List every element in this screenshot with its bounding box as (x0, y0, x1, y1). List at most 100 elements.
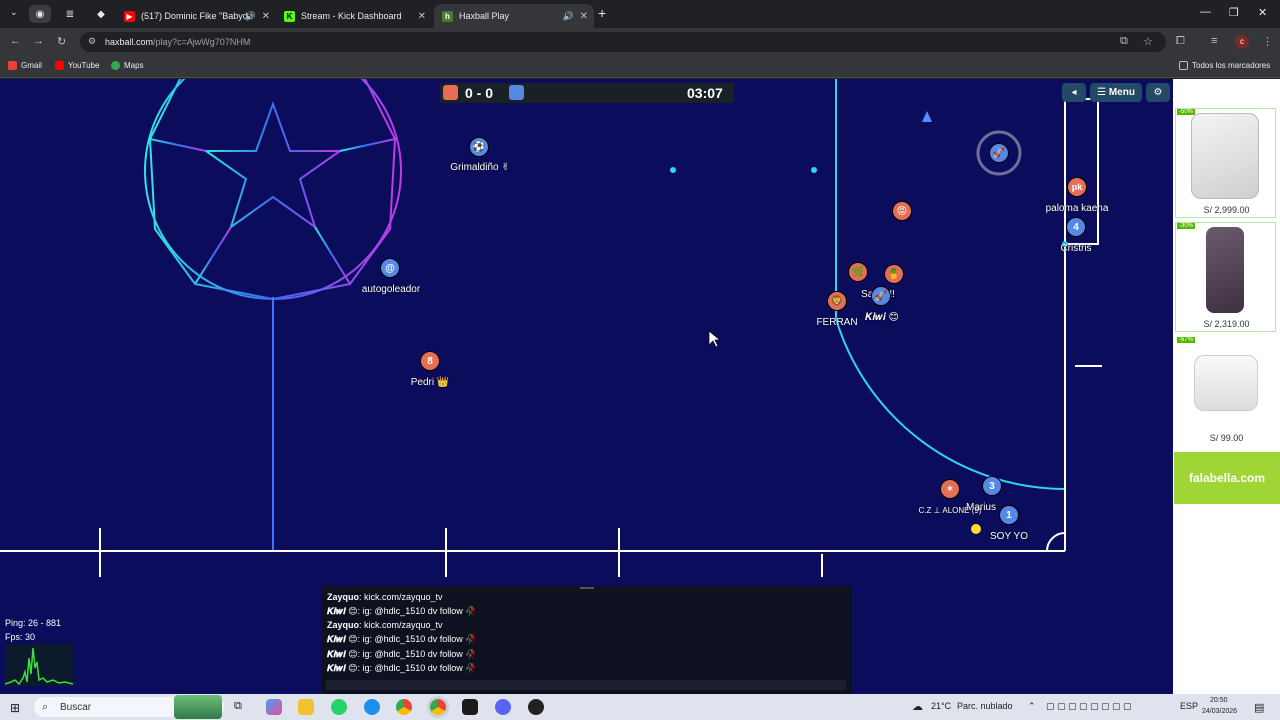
ad-price: S/ 99.00 (1209, 433, 1244, 443)
menu-button[interactable]: ☰ Menu (1090, 83, 1142, 102)
close-icon[interactable]: ✕ (580, 11, 588, 22)
chat-author: 𝑲𝒊𝒘𝒊 😊 (327, 663, 358, 673)
obs-icon[interactable] (528, 699, 544, 715)
player-token: 3 (982, 476, 1002, 496)
match-timer: 03:07 (687, 85, 723, 101)
tab-youtube[interactable]: ▶ (517) Dominic Fike "Babydo 🔊 ✕ (116, 4, 276, 28)
youtube-icon (55, 61, 64, 70)
player-name: FERRAN (816, 317, 858, 328)
extensions-icon[interactable]: ⧠ (1176, 35, 1185, 48)
settings-button[interactable]: ⚙ (1146, 83, 1170, 102)
url-path: /play?c=AjwWg707NHM (153, 37, 251, 47)
clock-time[interactable]: 20:50 (1210, 697, 1228, 704)
player-avatar: pk (1071, 182, 1083, 192)
pinned-tab-1[interactable]: ◉ (29, 5, 51, 23)
bookmark-gmail[interactable]: Gmail (8, 61, 42, 70)
tab-search-chevron-icon[interactable]: ⌄ (10, 7, 18, 18)
player-avatar-icon: 😡 (896, 205, 908, 217)
file-explorer-icon[interactable] (298, 699, 314, 715)
media-controls-icon[interactable]: ≡ (1211, 35, 1217, 47)
url-text[interactable]: haxball.com/play?c=AjwWg707NHM (105, 37, 250, 47)
pinned-tab-2[interactable]: ≣ (59, 5, 81, 23)
new-tab-plus-icon[interactable]: + (598, 5, 606, 21)
chat-message: 𝑲𝒊𝒘𝒊 😊: ig: @hdlc_1510 dv follow 🥀 (327, 663, 477, 673)
tab-title: Stream - Kick Dashboard (301, 11, 402, 21)
speaker-icon[interactable]: 🔊 (245, 11, 256, 22)
translate-icon[interactable]: ⧉ (1120, 35, 1128, 48)
clock-date[interactable]: 24/03/2026 (1202, 708, 1237, 715)
player-token: 🚀 (989, 143, 1009, 163)
brand-logo-text: falabella.com (1188, 471, 1266, 485)
windows-start-icon[interactable]: ⊞ (10, 701, 20, 715)
url-host: haxball.com (105, 37, 154, 47)
notification-icon[interactable]: ▤ (1254, 701, 1264, 714)
window-close-icon[interactable]: ✕ (1258, 6, 1267, 19)
ad-card[interactable] (1175, 108, 1276, 218)
fps-readout: Fps: 30 (5, 632, 36, 642)
tab-kick[interactable]: K Stream - Kick Dashboard ✕ (276, 4, 432, 28)
more-menu-icon[interactable]: ⋮ (1262, 35, 1273, 48)
player-avatar: 🦁 (830, 295, 844, 307)
close-icon[interactable]: ✕ (262, 11, 270, 22)
forward-icon[interactable]: → (33, 35, 44, 47)
chat-message: 𝑲𝒊𝒘𝒊 😊: ig: @hdlc_1510 dv follow 🥀 (327, 649, 477, 659)
player-token: ✶ (940, 479, 960, 499)
tab-haxball[interactable]: h Haxball Play 🔊 ✕ (434, 4, 594, 28)
back-icon[interactable]: ← (10, 35, 21, 47)
chat-resize-handle[interactable] (580, 587, 594, 589)
chevron-up-icon[interactable]: ⌃ (1028, 701, 1036, 712)
player-token: 🦁 (827, 291, 847, 311)
bookmarks-bar (0, 56, 1280, 78)
player-avatar: ✶ (945, 483, 955, 495)
player-name: autogoleador (361, 284, 421, 295)
chrome-icon[interactable] (396, 699, 412, 715)
chat-text: kick.com/zayquo_tv (364, 620, 443, 630)
tab-title: (517) Dominic Fike "Babydo (141, 11, 253, 21)
player-name: 𝑲𝒊𝒘𝒊 😊 (865, 312, 899, 323)
copilot-icon[interactable] (266, 699, 282, 715)
reload-icon[interactable]: ↻ (57, 35, 66, 48)
language-indicator[interactable]: ESP (1180, 701, 1198, 711)
task-view-icon[interactable]: ⧉ (234, 700, 242, 713)
ad-price: S/ 2,999.00 (1203, 205, 1250, 215)
sound-button[interactable]: ◂ (1062, 83, 1086, 102)
tray-icons[interactable]: ▢ ▢ ▢ ▢ ▢ ▢ ▢ ▢ (1046, 701, 1132, 712)
bookmark-label: Gmail (21, 61, 42, 70)
player-avatar: 8 (427, 355, 433, 367)
minimize-icon[interactable]: — (1200, 6, 1211, 18)
profile-avatar[interactable]: c (1235, 35, 1249, 49)
ping-readout: Ping: 26 - 881 (5, 618, 62, 628)
ad-card[interactable] (1175, 336, 1276, 446)
site-info-icon[interactable]: ⚙ (88, 36, 96, 47)
edge-icon[interactable] (364, 699, 380, 715)
falabella-banner[interactable]: falabella.com (1174, 452, 1280, 504)
restore-icon[interactable]: ❐ (1229, 6, 1239, 19)
chat-text: ig: @hdlc_1510 dv follow 🥀 (362, 606, 477, 616)
pinned-tab-3[interactable]: ◆ (90, 5, 112, 23)
champions-ball-logo (144, 79, 402, 301)
bookmark-youtube[interactable]: YouTube (55, 61, 99, 70)
close-icon[interactable]: ✕ (418, 11, 426, 22)
bookmark-star-icon[interactable]: ☆ (1143, 35, 1153, 48)
ad-card[interactable] (1175, 222, 1276, 332)
chat-text: kick.com/zayquo_tv (364, 592, 443, 602)
tab-title: Haxball Play (459, 11, 510, 21)
weather-temp[interactable]: 21°C (931, 701, 951, 711)
bookmark-maps[interactable]: Maps (111, 61, 144, 70)
chat-author: 𝑲𝒊𝒘𝒊 😊 (327, 634, 358, 644)
diamond-icon: ◆ (97, 8, 105, 20)
chrome-active-icon[interactable] (430, 699, 446, 715)
terminal-icon[interactable] (462, 699, 478, 715)
chat-text: ig: @hdlc_1510 dv follow 🥀 (362, 634, 477, 644)
weather-desc[interactable]: Parc. nublado (957, 701, 1013, 711)
gear-icon: ⚙ (1153, 87, 1163, 98)
phone-image (1191, 113, 1259, 199)
search-placeholder: Buscar (60, 701, 92, 713)
stack-icon: ≣ (65, 8, 75, 20)
whatsapp-icon[interactable] (331, 699, 347, 715)
discord-icon[interactable] (495, 699, 511, 715)
red-team-indicator (443, 85, 458, 100)
chat-input[interactable] (326, 680, 846, 690)
speaker-icon[interactable]: 🔊 (563, 11, 574, 22)
all-bookmarks[interactable]: Todos los marcadores (1179, 61, 1270, 70)
